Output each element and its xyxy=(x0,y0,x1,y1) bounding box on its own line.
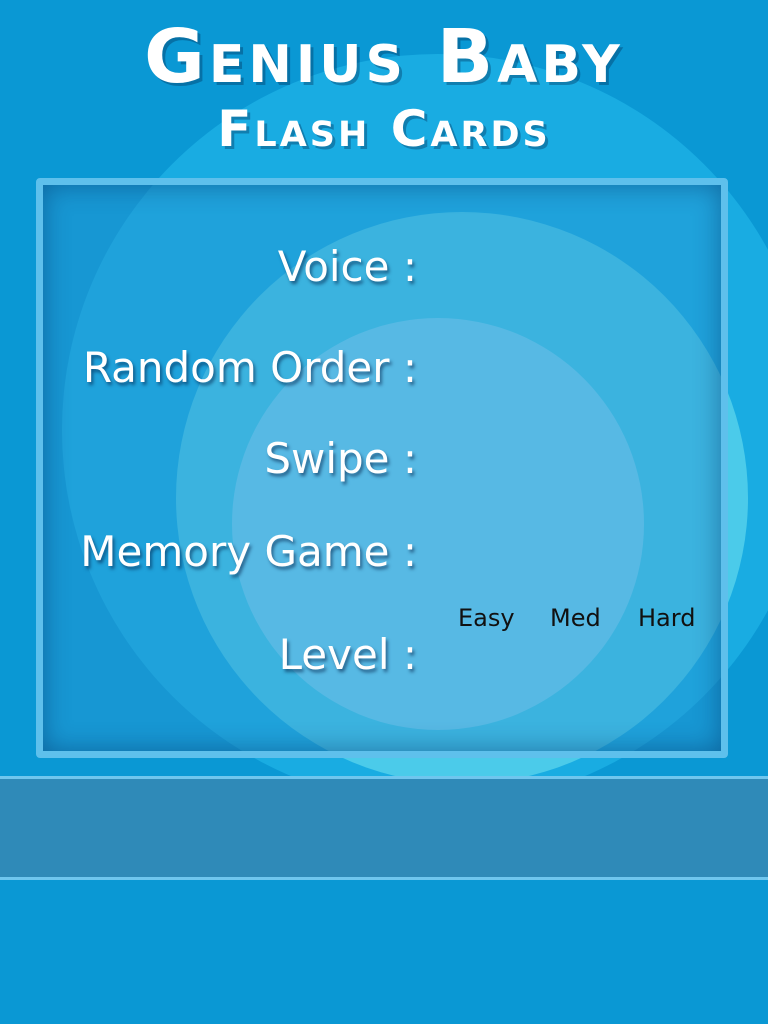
footer-band xyxy=(0,776,768,880)
app-subtitle: Flash Cards xyxy=(217,100,551,158)
app-title: Genius Baby xyxy=(144,14,624,100)
level-option-hard[interactable]: Hard xyxy=(638,604,695,632)
random-order-label: Random Order : xyxy=(82,343,417,392)
voice-label: Voice : xyxy=(277,242,417,291)
level-option-med[interactable]: Med xyxy=(550,604,601,632)
level-option-easy[interactable]: Easy xyxy=(458,604,515,632)
level-label: Level : xyxy=(278,630,417,679)
swipe-label: Swipe : xyxy=(264,434,417,483)
memory-game-label: Memory Game : xyxy=(80,527,417,576)
